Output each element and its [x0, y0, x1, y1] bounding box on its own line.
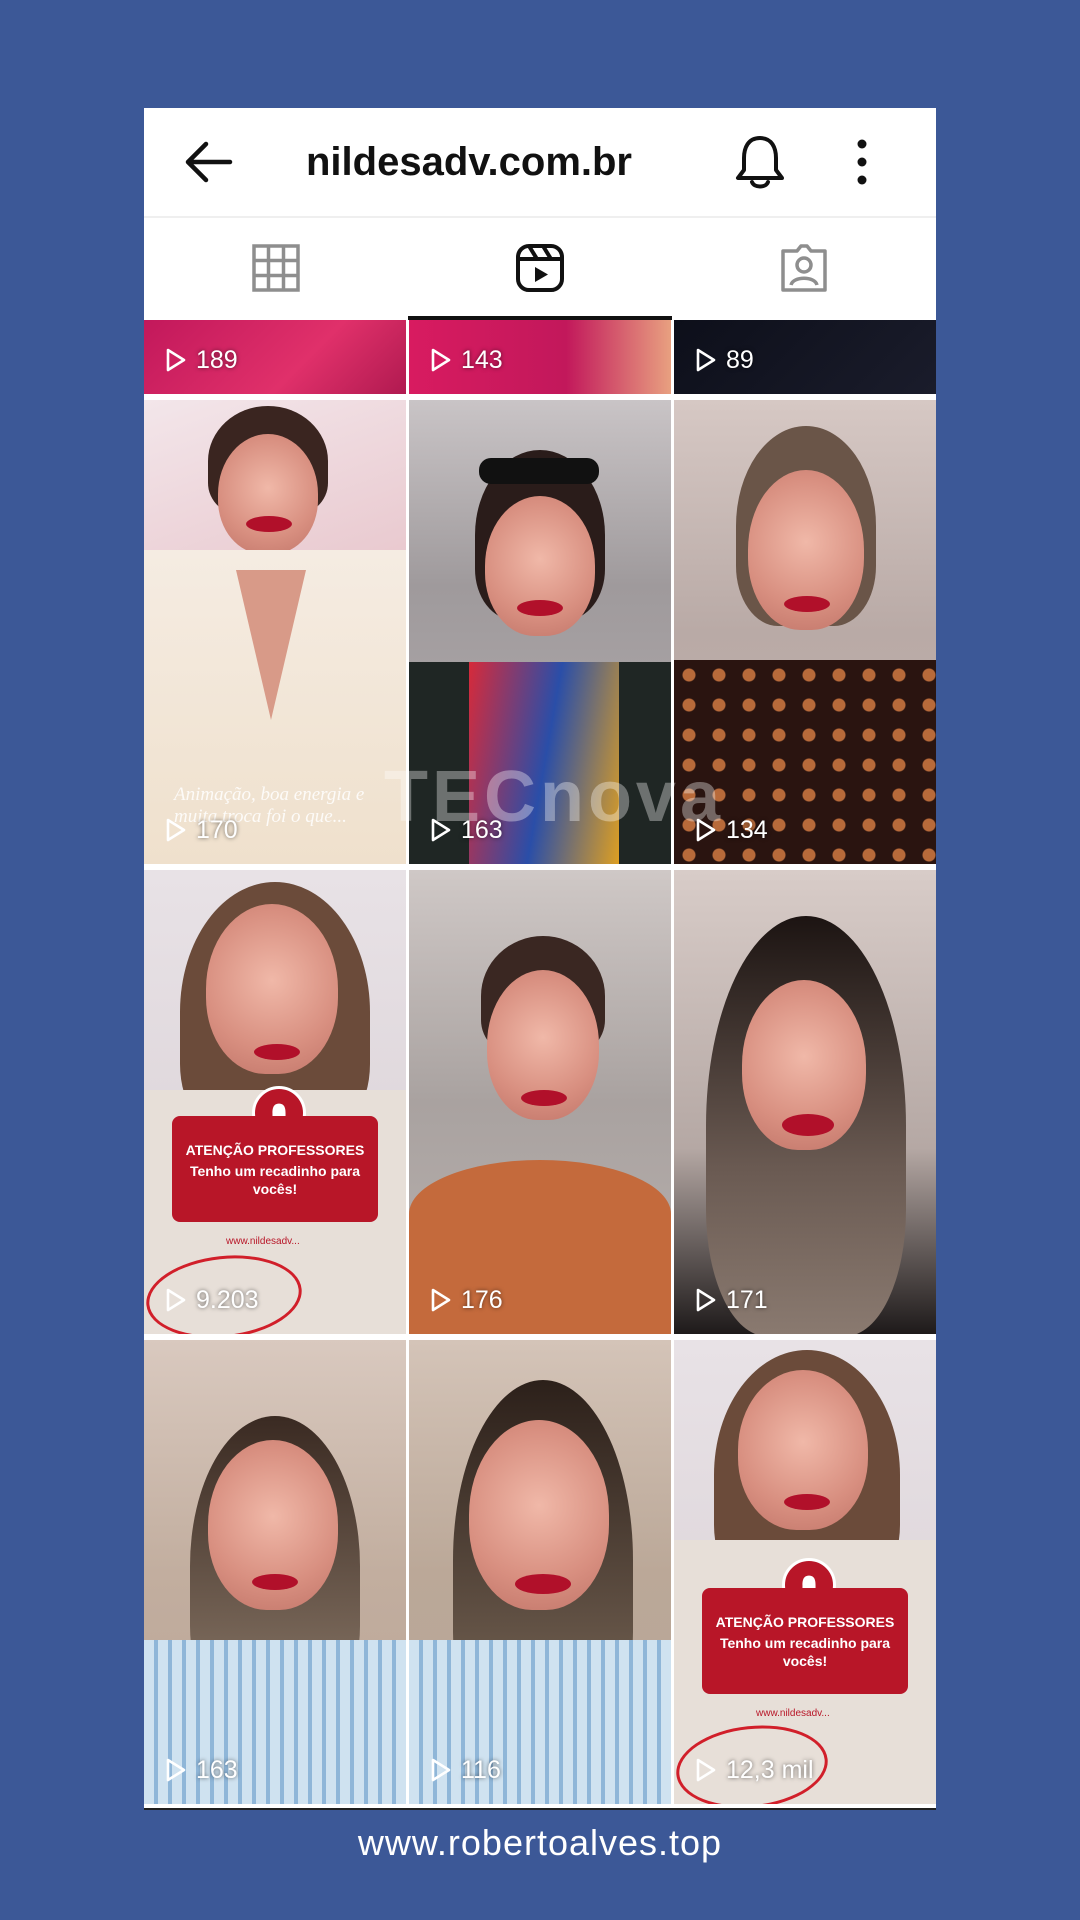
view-count: 163	[162, 1752, 238, 1788]
view-count: 170	[162, 812, 238, 848]
banner-url: www.nildesadv...	[756, 1708, 830, 1719]
reel-tile[interactable]: 116	[409, 1340, 671, 1804]
view-count: 116	[427, 1752, 501, 1788]
reel-tile[interactable]: 89	[674, 320, 936, 394]
reel-tile[interactable]: 171	[674, 870, 936, 1334]
reel-tile[interactable]: ATENÇÃO PROFESSORES Tenho um recadinho p…	[674, 1340, 936, 1804]
play-icon	[696, 348, 716, 372]
profile-username: nildesadv.com.br	[305, 140, 632, 184]
reel-tile[interactable]: 189	[144, 320, 406, 394]
announcement-banner: ATENÇÃO PROFESSORES Tenho um recadinho p…	[172, 1116, 378, 1222]
play-icon	[696, 1758, 716, 1782]
view-count: 189	[162, 342, 238, 378]
reel-tile[interactable]: 163	[144, 1340, 406, 1804]
more-vertical-icon	[857, 139, 867, 185]
tab-tagged[interactable]	[672, 218, 936, 318]
watermark: TECnova	[383, 757, 725, 837]
view-count: 12,3 mil	[692, 1752, 814, 1788]
play-icon	[431, 348, 451, 372]
reel-tile[interactable]: 143	[409, 320, 671, 394]
view-count: 143	[427, 342, 503, 378]
back-button[interactable]	[180, 136, 236, 188]
play-icon	[166, 1758, 186, 1782]
notifications-button[interactable]	[732, 132, 788, 192]
bell-icon	[736, 136, 784, 189]
grid-icon	[252, 244, 300, 292]
banner-url: www.nildesadv...	[226, 1236, 300, 1247]
view-count: 176	[427, 1282, 503, 1318]
profile-tabs	[144, 218, 936, 318]
reels-grid: 189 143 89 Animação, boa energia e muita…	[144, 320, 936, 1810]
view-count: 89	[692, 342, 754, 378]
arrow-left-icon	[185, 141, 233, 183]
next-row-edge	[144, 1808, 936, 1810]
more-options-button[interactable]	[852, 134, 872, 190]
play-icon	[166, 348, 186, 372]
play-icon	[166, 1288, 186, 1312]
tab-reels[interactable]	[408, 218, 672, 318]
tab-posts-grid[interactable]	[144, 218, 408, 318]
play-icon	[696, 1288, 716, 1312]
top-bar: nildesadv.com.br	[144, 108, 936, 216]
footer-url: www.robertoalves.top	[357, 1822, 723, 1863]
play-icon	[431, 1288, 451, 1312]
view-count: 171	[692, 1282, 768, 1318]
announcement-banner: ATENÇÃO PROFESSORES Tenho um recadinho p…	[702, 1588, 908, 1694]
tagged-person-icon	[781, 244, 827, 292]
play-icon	[166, 818, 186, 842]
view-count: 9.203	[162, 1282, 259, 1318]
play-icon	[431, 1758, 451, 1782]
instagram-profile-screen: nildesadv.com.br 189 143 89 Animação, bo…	[144, 108, 936, 1810]
reel-tile[interactable]: ATENÇÃO PROFESSORES Tenho um recadinho p…	[144, 870, 406, 1334]
reel-tile[interactable]: 176	[409, 870, 671, 1334]
reels-icon	[516, 244, 564, 292]
